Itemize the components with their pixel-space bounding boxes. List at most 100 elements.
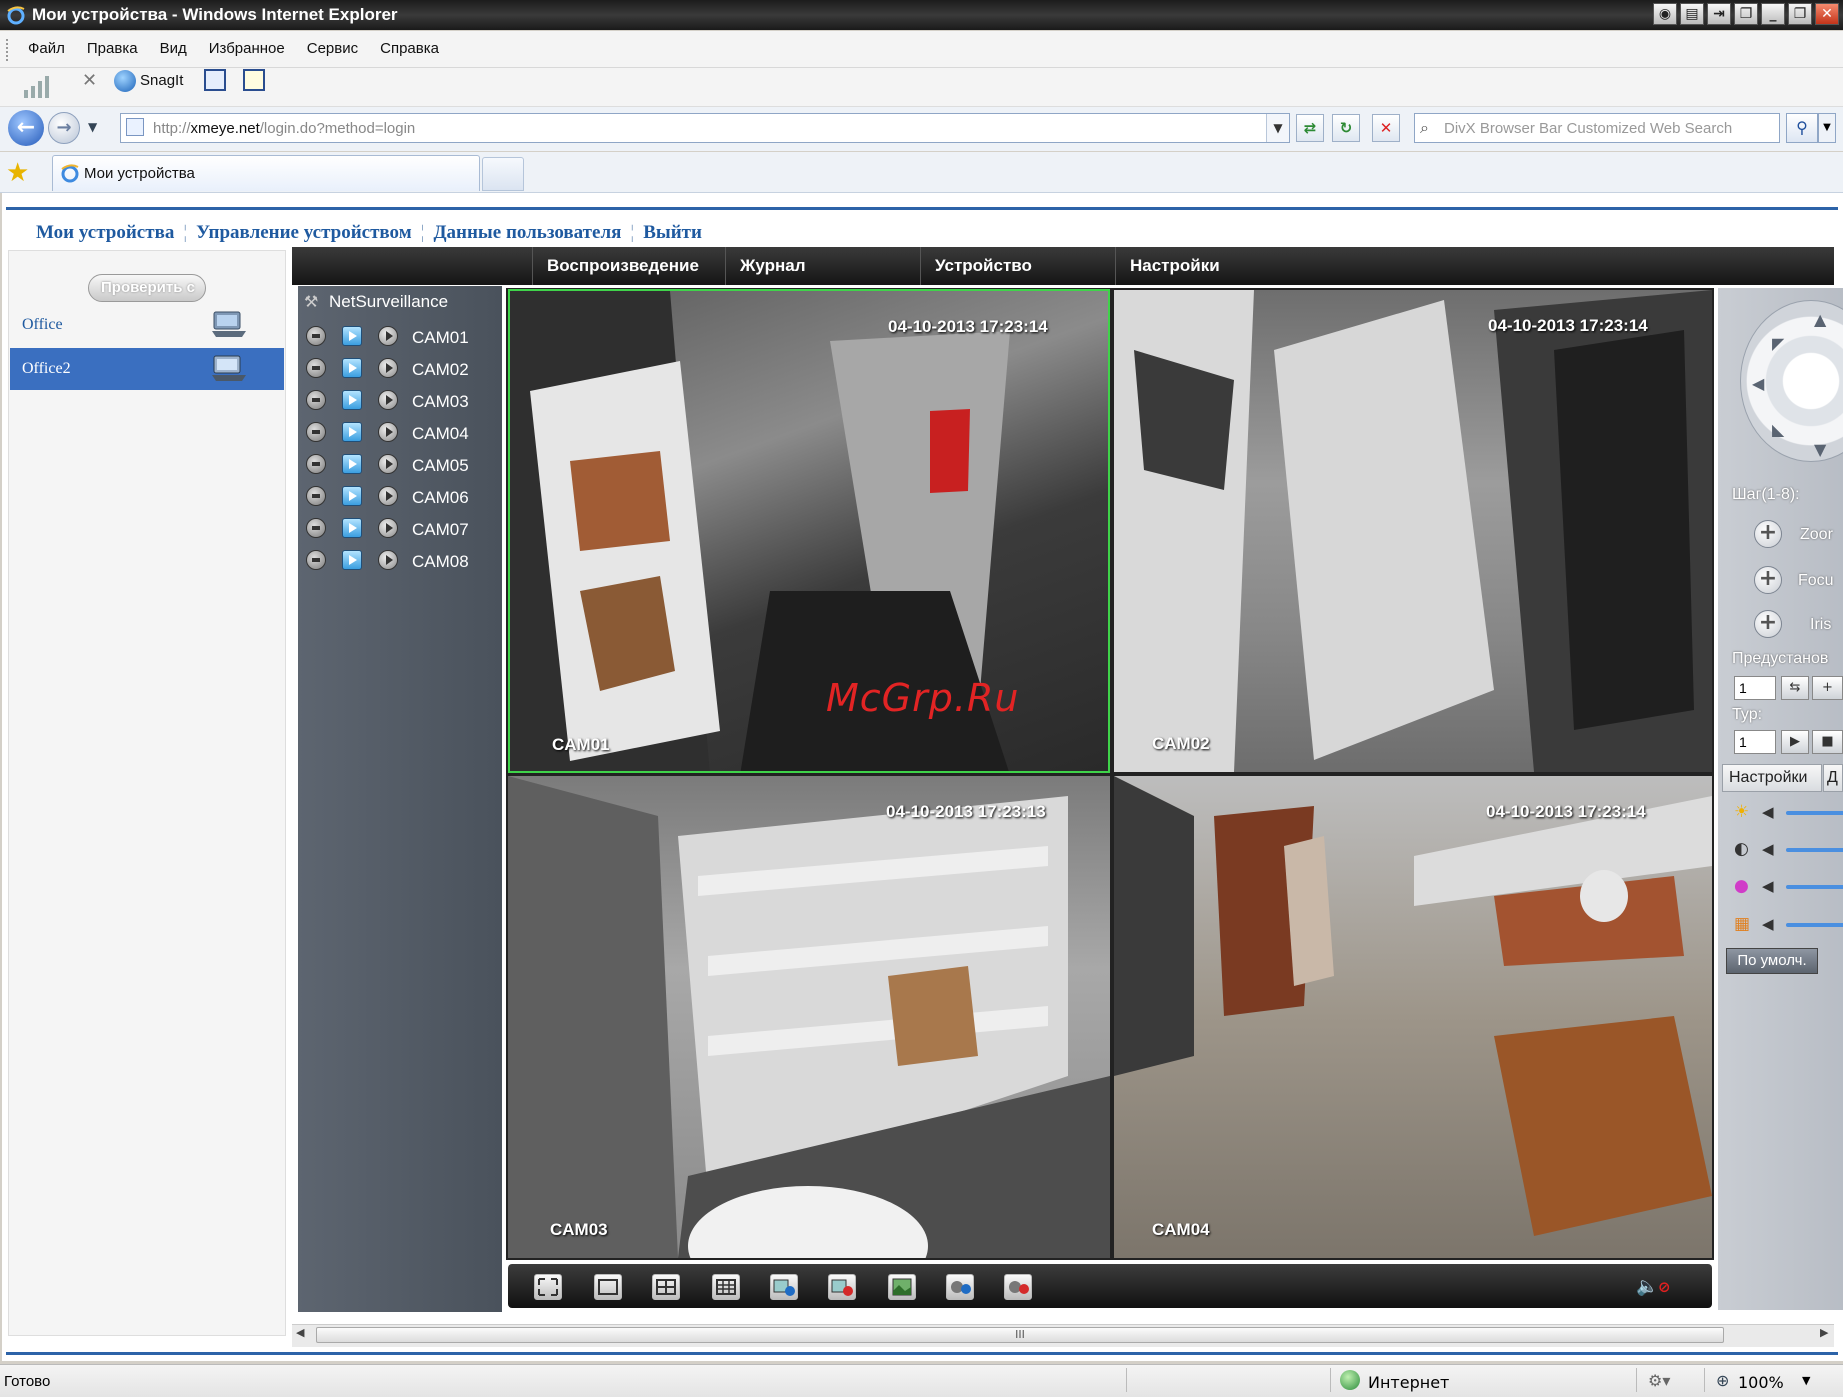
restore-button[interactable]: ❐ (1788, 3, 1812, 25)
snagit-label[interactable]: SnagIt (140, 72, 183, 89)
back-arrow-icon[interactable]: ← (8, 110, 44, 146)
nav-user-data[interactable]: Данные пользователя (433, 222, 621, 244)
playback-icon[interactable] (378, 454, 398, 474)
history-dropdown-icon[interactable]: ▼ (88, 120, 97, 134)
default-button[interactable]: По умолч. (1726, 948, 1818, 974)
playback-icon[interactable] (378, 358, 398, 378)
tray-icon-3[interactable]: ⇥ (1707, 3, 1731, 25)
brightness-decrease-icon[interactable]: ◀ (1762, 803, 1774, 821)
video-cam01[interactable]: 04-10-2013 17:23:14 CAM01 (508, 289, 1110, 773)
menu-favorites[interactable]: Избранное (209, 40, 285, 57)
camera-label[interactable]: CAM02 (412, 360, 469, 380)
image-settings-tab[interactable]: Настройки (1722, 764, 1822, 792)
tour-stop-icon[interactable]: ■ (1812, 730, 1843, 754)
play-stream-icon[interactable] (342, 550, 362, 570)
ptz-down-icon[interactable]: ▼ (1814, 440, 1826, 459)
tray-icon-2[interactable]: ▤ (1680, 3, 1704, 25)
open-all-icon[interactable] (770, 1274, 798, 1300)
play-stream-icon[interactable] (342, 454, 362, 474)
snagit-window-icon[interactable] (204, 69, 226, 91)
video-cam03[interactable]: 04-10-2013 17:23:13 CAM03 (508, 776, 1110, 1258)
tab-settings[interactable]: Настройки (1115, 247, 1834, 285)
tour-input[interactable]: 1 (1734, 730, 1776, 754)
stop-icon[interactable]: ✕ (1372, 114, 1400, 142)
tree-root-label[interactable]: NetSurveillance (329, 292, 448, 312)
play-stream-icon[interactable] (342, 486, 362, 506)
stop-stream-icon[interactable] (306, 326, 326, 346)
video-cam02[interactable]: 04-10-2013 17:23:14 CAM02 (1114, 290, 1712, 772)
ptz-up-left-icon[interactable]: ◤ (1772, 334, 1784, 353)
menu-tools[interactable]: Сервис (307, 40, 358, 57)
stop-stream-icon[interactable] (306, 358, 326, 378)
device-item-office[interactable]: Office (10, 304, 284, 346)
hue-slider[interactable] (1786, 923, 1843, 927)
snagit-icon[interactable] (114, 70, 136, 92)
scroll-right-icon[interactable]: ▶ (1820, 1326, 1828, 1339)
mute-icon[interactable]: ⊘ (1658, 1278, 1671, 1296)
stop-stream-icon[interactable] (306, 486, 326, 506)
tab-playback[interactable]: Воспроизведение (532, 247, 724, 285)
playback-icon[interactable] (378, 422, 398, 442)
refresh-icon[interactable]: ↻ (1332, 114, 1360, 142)
scroll-thumb[interactable]: III (316, 1327, 1724, 1343)
playback-icon[interactable] (378, 550, 398, 570)
camera-label[interactable]: CAM06 (412, 488, 469, 508)
single-view-icon[interactable] (594, 1274, 622, 1300)
ptz-up-icon[interactable]: ▲ (1814, 310, 1826, 329)
close-all-icon[interactable] (828, 1274, 856, 1300)
camera-label[interactable]: CAM01 (412, 328, 469, 348)
device-item-office2[interactable]: Office2 (10, 348, 284, 390)
video-cam04[interactable]: 04-10-2013 17:23:14 CAM04 (1114, 776, 1712, 1258)
record-stop-icon[interactable] (1004, 1274, 1032, 1300)
address-dropdown-icon[interactable]: ▼ (1266, 114, 1289, 142)
playback-icon[interactable] (378, 326, 398, 346)
close-toolbar-icon[interactable]: ✕ (82, 70, 97, 91)
saturation-slider[interactable] (1786, 885, 1843, 889)
contrast-decrease-icon[interactable]: ◀ (1762, 840, 1774, 858)
preset-input[interactable]: 1 (1734, 676, 1776, 700)
ptz-left-icon[interactable]: ◀ (1752, 374, 1764, 393)
menu-view[interactable]: Вид (160, 40, 187, 57)
search-go-icon[interactable]: ⚲ (1786, 113, 1818, 143)
second-settings-tab[interactable]: Д (1823, 764, 1843, 792)
tray-icon-1[interactable]: ◉ (1653, 3, 1677, 25)
nine-view-icon[interactable] (712, 1274, 740, 1300)
camera-label[interactable]: CAM03 (412, 392, 469, 412)
zoom-dropdown-icon[interactable]: ▼ (1802, 1374, 1810, 1387)
ptz-down-left-icon[interactable]: ◣ (1772, 420, 1784, 439)
play-stream-icon[interactable] (342, 326, 362, 346)
menu-file[interactable]: Файл (28, 40, 65, 57)
volume-icon[interactable]: 🔈 (1636, 1276, 1658, 1297)
close-button[interactable]: ✕ (1815, 3, 1839, 25)
fullscreen-icon[interactable] (534, 1274, 562, 1300)
tab-label[interactable]: Мои устройства (84, 165, 195, 182)
nav-my-devices[interactable]: Мои устройства (36, 222, 174, 244)
zoom-plus-icon[interactable]: + (1754, 520, 1782, 548)
stop-stream-icon[interactable] (306, 550, 326, 570)
search-input[interactable]: DivX Browser Bar Customized Web Search (1444, 120, 1732, 137)
contrast-slider[interactable] (1786, 848, 1843, 852)
stop-stream-icon[interactable] (306, 518, 326, 538)
nav-device-management[interactable]: Управление устройством (196, 222, 412, 244)
camera-label[interactable]: CAM04 (412, 424, 469, 444)
preset-goto-icon[interactable]: ⇆ (1781, 676, 1809, 700)
menu-help[interactable]: Справка (380, 40, 439, 57)
scroll-left-icon[interactable]: ◀ (296, 1326, 304, 1339)
hue-decrease-icon[interactable]: ◀ (1762, 915, 1774, 933)
record-start-icon[interactable] (946, 1274, 974, 1300)
play-stream-icon[interactable] (342, 422, 362, 442)
playback-icon[interactable] (378, 390, 398, 410)
tab-log[interactable]: Журнал (725, 247, 919, 285)
brightness-slider[interactable] (1786, 811, 1843, 815)
new-tab-button[interactable] (482, 157, 524, 191)
snagit-edit-icon[interactable] (243, 69, 265, 91)
snapshot-icon[interactable] (888, 1274, 916, 1300)
tab-device[interactable]: Устройство (920, 247, 1114, 285)
stop-stream-icon[interactable] (306, 422, 326, 442)
forward-arrow-icon[interactable]: → (48, 112, 80, 144)
zoom-icon[interactable]: ⊕ (1716, 1371, 1729, 1390)
address-input[interactable]: http://xmeye.net/login.do?method=login (153, 120, 415, 137)
focus-plus-icon[interactable]: + (1754, 566, 1782, 594)
play-stream-icon[interactable] (342, 390, 362, 410)
play-stream-icon[interactable] (342, 358, 362, 378)
